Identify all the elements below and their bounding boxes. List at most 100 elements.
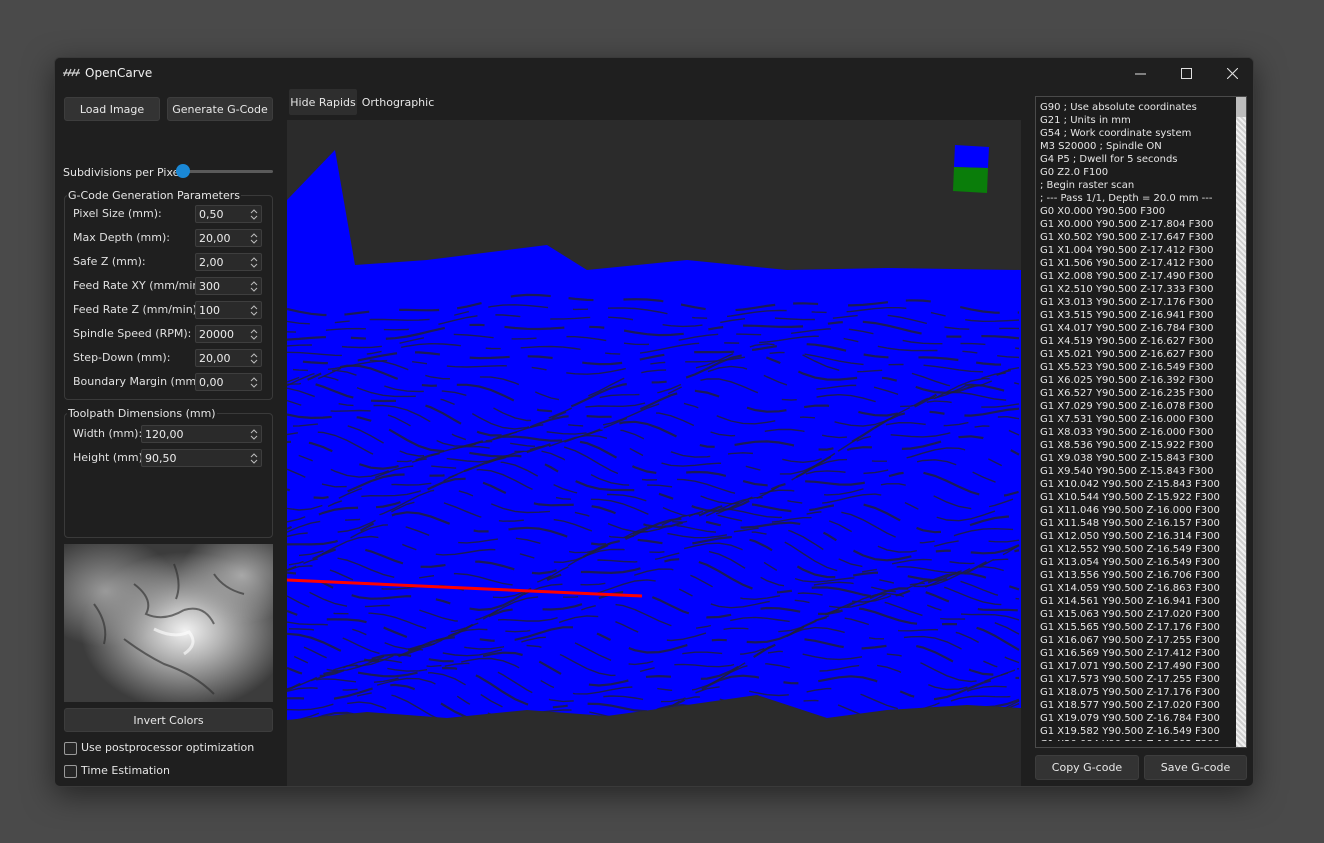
param-spinbox[interactable]: 2,00: [195, 253, 262, 271]
gcode-line: G1 X5.523 Y90.500 Z-16.549 F300: [1040, 362, 1214, 373]
gcode-line: G1 X13.556 Y90.500 Z-16.706 F300: [1040, 570, 1220, 581]
gcode-line: G1 X8.033 Y90.500 Z-16.000 F300: [1040, 427, 1214, 438]
time-estimation-checkbox[interactable]: [64, 765, 77, 778]
param-value: 100: [199, 304, 220, 317]
spin-arrows-icon[interactable]: [249, 452, 259, 465]
gcode-line: M3 S20000 ; Spindle ON: [1040, 141, 1162, 152]
orientation-gizmo-top: [954, 145, 989, 168]
param-spinbox[interactable]: 100: [195, 301, 262, 319]
gcode-line: G1 X0.000 Y90.500 Z-17.804 F300: [1040, 219, 1214, 230]
gcode-line: G1 X20.084 Y90.500 Z-16.392 F300: [1040, 738, 1233, 741]
gcode-line: G1 X7.029 Y90.500 Z-16.078 F300: [1040, 401, 1214, 412]
gcode-line: G1 X15.565 Y90.500 Z-17.176 F300: [1040, 622, 1220, 633]
window-title: OpenCarve: [85, 66, 153, 80]
gcode-line: G1 X7.531 Y90.500 Z-16.000 F300: [1040, 414, 1214, 425]
gcode-line: G0 Z2.0 F100: [1040, 167, 1109, 178]
save-gcode-button[interactable]: Save G-code: [1144, 755, 1247, 780]
left-panel: Load Image Generate G-Code Subdivisions …: [55, 88, 283, 786]
width-label: Width (mm):: [73, 427, 143, 440]
param-value: 20000: [199, 328, 234, 341]
height-spinbox[interactable]: 90,50: [141, 449, 262, 467]
param-label: Feed Rate Z (mm/min):: [73, 303, 201, 316]
width-value: 120,00: [145, 428, 184, 441]
copy-gcode-button[interactable]: Copy G-code: [1035, 755, 1139, 780]
spin-arrows-icon[interactable]: [249, 256, 259, 269]
param-spinbox[interactable]: 20,00: [195, 349, 262, 367]
minimize-button[interactable]: [1117, 58, 1163, 88]
gcode-params-group: [64, 195, 273, 400]
gcode-line: G1 X18.075 Y90.500 Z-17.176 F300: [1040, 687, 1220, 698]
gcode-line: G1 X0.502 Y90.500 Z-17.647 F300: [1040, 232, 1214, 243]
gcode-line: G1 X11.548 Y90.500 Z-16.157 F300: [1040, 518, 1220, 529]
close-icon: [1226, 67, 1238, 79]
spin-arrows-icon[interactable]: [249, 280, 259, 293]
gcode-line: G1 X13.054 Y90.500 Z-16.549 F300: [1040, 557, 1220, 568]
spin-arrows-icon[interactable]: [249, 208, 259, 221]
maximize-button[interactable]: [1163, 58, 1209, 88]
gcode-line: G1 X10.042 Y90.500 Z-15.843 F300: [1040, 479, 1220, 490]
gcode-line: G0 X0.000 Y90.500 F300: [1040, 206, 1166, 217]
gcode-line: G1 X5.021 Y90.500 Z-16.627 F300: [1040, 349, 1214, 360]
generate-gcode-button[interactable]: Generate G-Code: [167, 97, 273, 121]
param-value: 0,50: [199, 208, 224, 221]
param-spinbox[interactable]: 300: [195, 277, 262, 295]
spin-arrows-icon[interactable]: [249, 232, 259, 245]
param-value: 2,00: [199, 256, 224, 269]
gcode-line: G1 X11.046 Y90.500 Z-16.000 F300: [1040, 505, 1220, 516]
gcode-line: G1 X15.063 Y90.500 Z-17.020 F300: [1040, 609, 1220, 620]
title-bar: OpenCarve: [55, 58, 1253, 88]
postprocessor-checkbox[interactable]: [64, 742, 77, 755]
gcode-line: G1 X19.582 Y90.500 Z-16.549 F300: [1040, 726, 1220, 737]
toolpath-dimensions-title: Toolpath Dimensions (mm): [67, 407, 217, 420]
gcode-line: G1 X8.536 Y90.500 Z-15.922 F300: [1040, 440, 1214, 451]
minimize-icon: [1134, 73, 1146, 74]
gcode-scrollbar[interactable]: [1236, 97, 1246, 747]
gcode-line: G1 X18.577 Y90.500 Z-17.020 F300: [1040, 700, 1220, 711]
param-label: Max Depth (mm):: [73, 231, 170, 244]
gcode-line: G1 X17.573 Y90.500 Z-17.255 F300: [1040, 674, 1220, 685]
orthographic-button[interactable]: Orthographic: [362, 89, 435, 115]
app-window: OpenCarve Load Image Generate G-Code Sub…: [54, 57, 1254, 787]
subdivisions-slider-track[interactable]: [179, 170, 273, 173]
gcode-line: G1 X6.025 Y90.500 Z-16.392 F300: [1040, 375, 1214, 386]
app-logo-icon: [63, 68, 80, 77]
width-spinbox[interactable]: 120,00: [141, 425, 262, 443]
param-spinbox[interactable]: 0,00: [195, 373, 262, 391]
gcode-params-title: G-Code Generation Parameters: [67, 189, 241, 202]
gcode-line: ; --- Pass 1/1, Depth = 20.0 mm ---: [1040, 193, 1213, 204]
param-spinbox[interactable]: 0,50: [195, 205, 262, 223]
param-label: Feed Rate XY (mm/min):: [73, 279, 208, 292]
gcode-line: G1 X16.067 Y90.500 Z-17.255 F300: [1040, 635, 1220, 646]
postprocessor-label: Use postprocessor optimization: [81, 741, 255, 754]
gcode-line: G1 X3.013 Y90.500 Z-17.176 F300: [1040, 297, 1214, 308]
heightmap-preview: [64, 544, 273, 702]
orientation-gizmo-front: [953, 167, 988, 193]
spin-arrows-icon[interactable]: [249, 376, 259, 389]
gcode-scrollbar-thumb[interactable]: [1236, 97, 1246, 117]
gcode-text-panel[interactable]: G90 ; Use absolute coordinates G21 ; Unit…: [1035, 96, 1247, 748]
gcode-line: G1 X19.079 Y90.500 Z-16.784 F300: [1040, 713, 1220, 724]
gcode-line: G1 X4.519 Y90.500 Z-16.627 F300: [1040, 336, 1214, 347]
toolpath-3d-canvas[interactable]: [287, 120, 1021, 787]
param-spinbox[interactable]: 20000: [195, 325, 262, 343]
spin-arrows-icon[interactable]: [249, 304, 259, 317]
subdivisions-slider-handle[interactable]: [176, 164, 190, 178]
spin-arrows-icon[interactable]: [249, 428, 259, 441]
maximize-icon: [1180, 67, 1192, 79]
subdivisions-label: Subdivisions per Pixel:: [63, 166, 187, 179]
gcode-line: ; Begin raster scan: [1040, 180, 1135, 191]
param-value: 20,00: [199, 232, 231, 245]
spin-arrows-icon[interactable]: [249, 352, 259, 365]
height-value: 90,50: [145, 452, 177, 465]
param-spinbox[interactable]: 20,00: [195, 229, 262, 247]
spin-arrows-icon[interactable]: [249, 328, 259, 341]
gcode-line: G1 X9.540 Y90.500 Z-15.843 F300: [1040, 466, 1214, 477]
param-label: Boundary Margin (mm):: [73, 375, 205, 388]
time-estimation-label: Time Estimation: [81, 764, 170, 777]
load-image-button[interactable]: Load Image: [64, 97, 160, 121]
gcode-line: G1 X16.569 Y90.500 Z-17.412 F300: [1040, 648, 1220, 659]
hide-rapids-button[interactable]: Hide Rapids: [289, 89, 357, 115]
gcode-text[interactable]: G90 ; Use absolute coordinates G21 ; Unit…: [1040, 101, 1233, 741]
close-button[interactable]: [1209, 58, 1253, 88]
invert-colors-button[interactable]: Invert Colors: [64, 708, 273, 732]
